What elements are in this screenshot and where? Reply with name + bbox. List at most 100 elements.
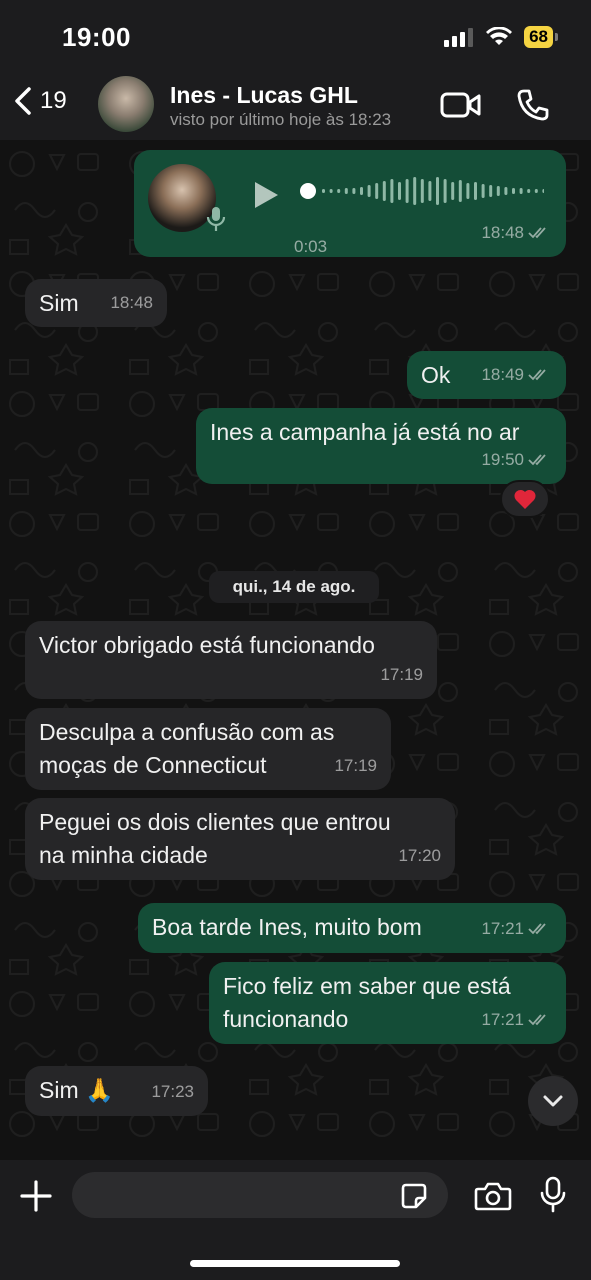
waveform-bar [534, 189, 538, 193]
waveform-bar [352, 188, 356, 194]
message-time: 17:20 [398, 846, 441, 865]
waveform-bar [496, 186, 500, 196]
message-meta: 17:21 [481, 1003, 552, 1036]
status-bar: 19:00 68 [0, 0, 591, 70]
waveform-bar [413, 177, 417, 205]
message-text-line: moças de Connecticut [39, 752, 267, 778]
waveform-bar [390, 179, 394, 203]
message-time: 17:21 [481, 919, 524, 938]
message-bubble[interactable]: Fico feliz em saber que está funcionando… [209, 962, 566, 1044]
double-check-icon [528, 368, 546, 380]
waveform-bar [451, 182, 455, 200]
message-bubble[interactable]: Boa tarde Ines, muito bom 17:21 [138, 903, 566, 953]
message-bubble[interactable]: Victor obrigado está funcionando 17:19 [25, 621, 437, 699]
waveform-bar [458, 180, 462, 202]
message-meta: 17:19 [334, 749, 377, 782]
waveform-bar [489, 185, 493, 197]
message-composer [0, 1160, 591, 1280]
message-bubble[interactable]: Sim 🙏 17:23 [25, 1066, 208, 1116]
scroll-to-bottom-button[interactable] [528, 1076, 578, 1126]
last-seen: visto por último hoje às 18:23 [170, 110, 392, 129]
message-meta: 18:48 [481, 216, 552, 249]
waveform-bar [519, 188, 523, 194]
message-time: 19:50 [481, 450, 524, 469]
phone-icon[interactable] [516, 88, 550, 122]
heart-icon [514, 489, 536, 509]
message-bubble[interactable]: Ines a campanha já está no ar 19:50 [196, 408, 566, 484]
battery-indicator: 68 [524, 26, 558, 48]
waveform-bar [344, 188, 348, 194]
waveform-bar [360, 187, 363, 195]
double-check-icon [528, 453, 546, 465]
waveform-bar [474, 182, 477, 200]
message-text: Victor obrigado está funcionando [39, 632, 375, 658]
signal-icon [444, 28, 474, 47]
message-time: 17:21 [481, 1010, 524, 1029]
message-meta: 17:20 [398, 839, 441, 872]
contact-avatar[interactable] [98, 76, 154, 132]
back-button[interactable]: 19 [12, 86, 67, 116]
home-indicator [190, 1260, 400, 1267]
sticker-icon[interactable] [400, 1182, 428, 1210]
message-meta: 17:23 [151, 1075, 194, 1108]
double-check-icon [528, 922, 546, 934]
waveform-bar [542, 189, 544, 193]
message-input[interactable] [72, 1172, 448, 1218]
message-text-line: Peguei os dois clientes que entrou [39, 809, 391, 835]
waveform-bar [375, 183, 379, 199]
waveform-bar [436, 177, 439, 205]
message-text: Ok [421, 362, 451, 388]
camera-icon[interactable] [474, 1180, 512, 1212]
message-text: Ines a campanha já está no ar [210, 419, 520, 445]
status-time: 19:00 [62, 22, 131, 52]
waveform-bar [504, 187, 508, 195]
waveform-bar [367, 185, 371, 197]
message-text-line: na minha cidade [39, 842, 208, 868]
chevron-down-icon [543, 1095, 563, 1107]
waveform-bar [322, 189, 325, 193]
message-reaction[interactable] [500, 480, 550, 518]
message-meta: 17:19 [380, 658, 423, 691]
video-call-icon[interactable] [440, 90, 482, 120]
message-bubble[interactable]: Sim 18:48 [25, 279, 167, 327]
message-bubble[interactable]: Desculpa a confusão com as moças de Conn… [25, 708, 391, 790]
message-text: Sim 🙏 [39, 1077, 114, 1103]
message-time: 17:23 [151, 1082, 194, 1101]
waveform-bar [337, 189, 341, 193]
message-text-line: Fico feliz em saber que está [223, 973, 511, 999]
message-text: Boa tarde Ines, muito bom [152, 914, 422, 940]
waveform-bar [428, 181, 432, 201]
message-time: 17:19 [380, 665, 423, 684]
wifi-icon [486, 27, 513, 45]
plus-icon[interactable] [18, 1178, 54, 1214]
chat-header: 19 Ines - Lucas GHL visto por último hoj… [0, 70, 591, 140]
waveform-bar [329, 189, 333, 193]
message-time: 18:49 [481, 365, 524, 384]
unread-count: 19 [40, 87, 67, 114]
audio-message[interactable]: 0:03 18:48 [134, 150, 566, 257]
waveform-bar [382, 181, 386, 201]
message-bubble[interactable]: Ok 18:49 [407, 351, 566, 399]
waveform-bar [466, 183, 470, 199]
microphone-icon[interactable] [539, 1176, 567, 1214]
audio-waveform[interactable] [294, 176, 544, 206]
waveform-bar [512, 188, 515, 194]
status-icons: 68 [444, 26, 558, 48]
date-separator: qui., 14 de ago. [209, 571, 379, 603]
message-time: 18:48 [481, 223, 524, 242]
play-icon[interactable] [252, 180, 280, 210]
waveform-bar [481, 184, 485, 198]
double-check-icon [528, 226, 546, 238]
message-meta: 19:50 [481, 443, 552, 476]
waveform-bar [443, 179, 447, 203]
message-text-line: Desculpa a confusão com as [39, 719, 335, 745]
message-bubble[interactable]: Peguei os dois clientes que entrou na mi… [25, 798, 455, 880]
waveform-bar [398, 182, 401, 200]
chevron-left-icon [15, 87, 31, 115]
contact-name[interactable]: Ines - Lucas GHL [170, 82, 358, 109]
message-text: Sim [39, 290, 79, 316]
double-check-icon [528, 1013, 546, 1025]
waveform-bar [420, 179, 424, 203]
message-time: 18:48 [110, 293, 153, 312]
microphone-icon [206, 207, 226, 231]
